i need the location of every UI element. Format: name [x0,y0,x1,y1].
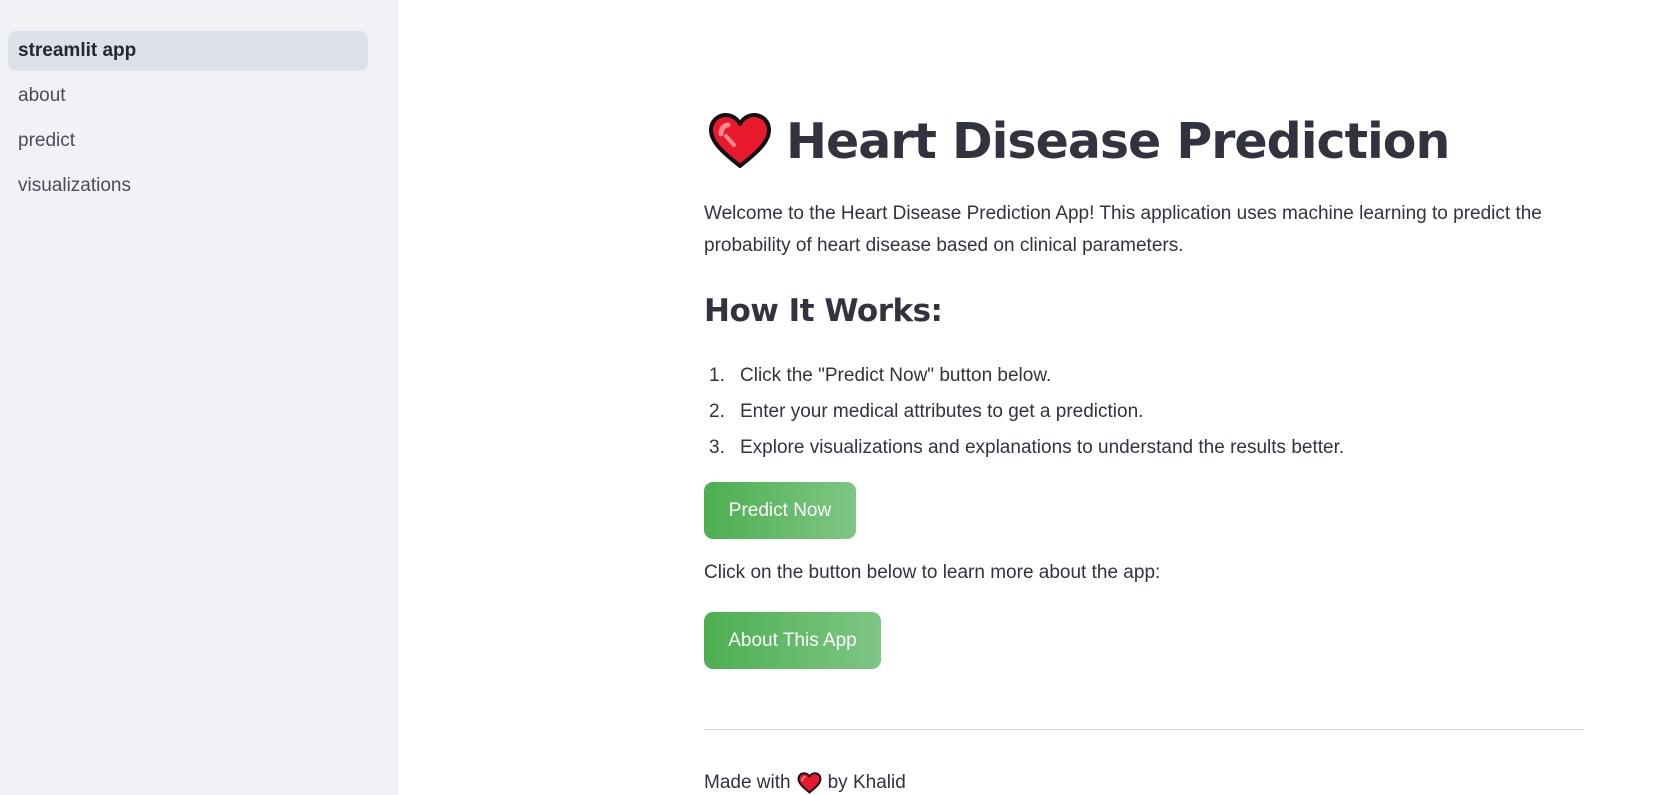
sidebar-item-label: about [18,85,66,106]
learn-more-text: Click on the button below to learn more … [704,562,1161,583]
predict-now-label: Predict Now [728,499,832,521]
page-title-row: Heart Disease Prediction [708,112,1450,170]
sidebar-nav: streamlit app about predict visualizatio… [8,31,368,211]
footer: Made with by Khalid [704,772,906,794]
step-text: Enter your medical attributes to get a p… [740,401,1144,422]
footer-prefix: Made with [704,772,791,793]
step-number: 3. [709,437,725,458]
sidebar-item-streamlit-app[interactable]: streamlit app [8,31,368,71]
step-text: Click the "Predict Now" button below. [740,365,1052,386]
list-item: 1. Click the "Predict Now" button below. [704,358,1344,394]
heart-icon [709,113,771,168]
intro-text: Welcome to the Heart Disease Prediction … [704,203,1542,256]
predict-now-button[interactable]: Predict Now [704,482,856,539]
footer-suffix: by Khalid [827,772,906,793]
sidebar-item-label: visualizations [18,175,131,196]
heart-icon [797,772,822,794]
main-content: Heart Disease Prediction Welcome to the … [398,0,1676,795]
list-item: 2. Enter your medical attributes to get … [704,394,1344,430]
step-number: 1. [709,365,725,386]
about-this-app-button[interactable]: About This App [704,612,881,669]
how-it-works-heading: How It Works: [704,293,943,329]
step-text: Explore visualizations and explanations … [740,437,1345,458]
about-this-app-label: About This App [728,629,857,651]
divider [704,729,1584,730]
list-item: 3. Explore visualizations and explanatio… [704,430,1344,466]
sidebar-item-label: predict [18,130,76,151]
step-number: 2. [709,401,725,422]
sidebar-item-label: streamlit app [18,40,137,61]
steps-list: 1. Click the "Predict Now" button below.… [704,358,1344,466]
app-root: streamlit app about predict visualizatio… [0,0,1676,795]
sidebar-item-about[interactable]: about [8,76,368,116]
sidebar: streamlit app about predict visualizatio… [0,0,398,795]
sidebar-item-predict[interactable]: predict [8,121,368,161]
page-title: Heart Disease Prediction [786,112,1450,170]
sidebar-item-visualizations[interactable]: visualizations [8,166,368,206]
